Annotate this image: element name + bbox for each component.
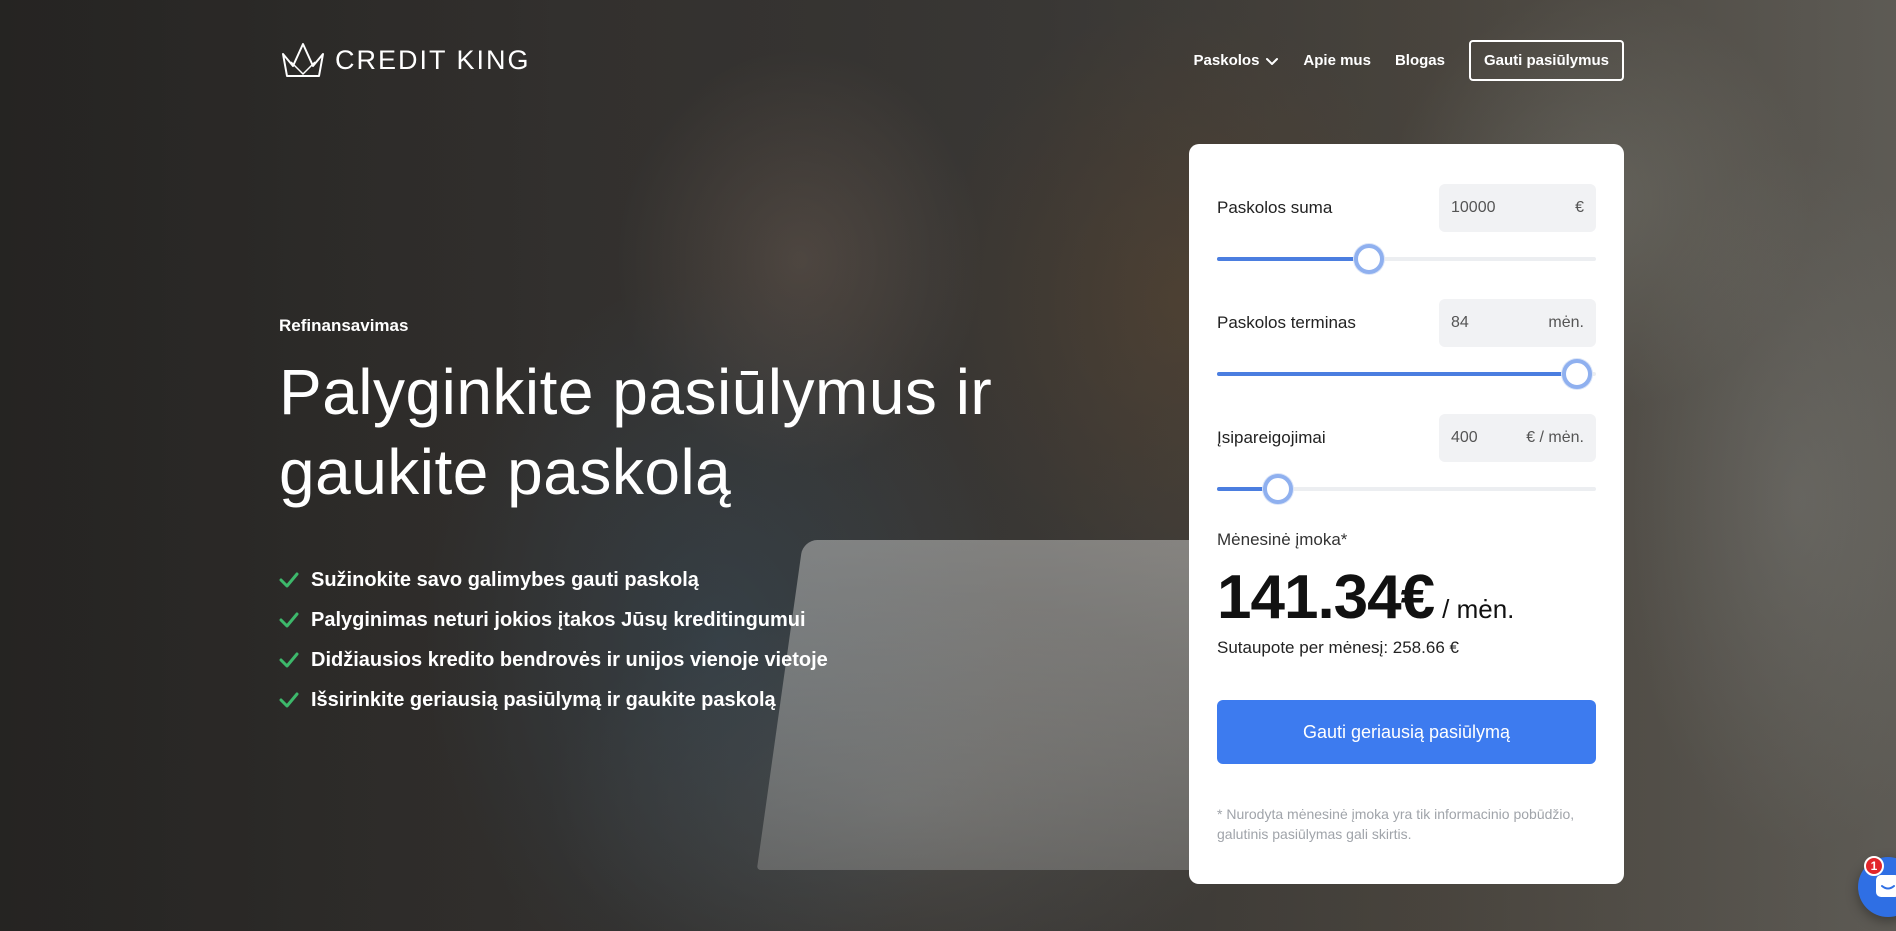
loan-term-label: Paskolos terminas — [1217, 313, 1356, 332]
monthly-savings: Sutaupote per mėnesį: 258.66 € — [1217, 638, 1459, 657]
slider-thumb[interactable] — [1262, 474, 1293, 504]
nav-item-blogas[interactable]: Blogas — [1395, 52, 1445, 69]
chevron-down-icon — [1266, 57, 1279, 65]
benefits-list: Sužinokite savo galimybes gauti paskolą … — [279, 560, 828, 720]
nav-item-label: Paskolos — [1193, 52, 1260, 69]
monthly-payment-label: Mėnesinė įmoka* — [1217, 530, 1348, 549]
loan-term-unit: mėn. — [1548, 314, 1584, 331]
get-offers-button[interactable]: Gauti pasiūlymus — [1468, 40, 1624, 81]
loan-term-field: Paskolos terminas 84 mėn. — [1217, 299, 1596, 389]
slider-thumb[interactable] — [1562, 359, 1593, 389]
disclaimer-text: * Nurodyta mėnesinė įmoka yra tik inform… — [1217, 806, 1575, 842]
list-item: Palyginimas neturi jokios įtakos Jūsų kr… — [279, 600, 828, 640]
loan-amount-value: 10000 — [1451, 199, 1496, 216]
obligations-input[interactable]: 400 € / mėn. — [1439, 414, 1596, 462]
loan-term-value: 84 — [1451, 314, 1469, 331]
obligations-label: Įsipareigojimai — [1217, 428, 1326, 447]
list-item: Išsirinkite geriausią pasiūlymą ir gauki… — [279, 680, 828, 720]
benefit-text: Išsirinkite geriausią pasiūlymą ir gauki… — [311, 688, 776, 711]
nav-item-paskolos[interactable]: Paskolos — [1194, 52, 1280, 69]
hero-eyebrow: Refinansavimas — [279, 316, 409, 335]
slider-fill — [1217, 257, 1369, 261]
headline-line-1: Palyginkite pasiūlymus ir — [279, 356, 993, 428]
loan-calculator-card: Paskolos suma 10000 € Paskolos terminas … — [1189, 144, 1624, 884]
benefit-text: Didžiausios kredito bendrovės ir unijos … — [311, 648, 828, 671]
loan-amount-label: Paskolos suma — [1217, 198, 1333, 217]
slider-fill — [1217, 372, 1578, 376]
check-icon — [279, 692, 299, 708]
loan-amount-slider[interactable] — [1217, 244, 1596, 274]
chat-icon — [1876, 875, 1896, 897]
check-icon — [279, 612, 299, 628]
slider-thumb[interactable] — [1353, 244, 1384, 274]
brand-logo[interactable]: CREDIT KING — [279, 40, 531, 80]
list-item: Didžiausios kredito bendrovės ir unijos … — [279, 640, 828, 680]
monthly-payment-amount: 141.34€ — [1217, 563, 1435, 632]
brand-name: CREDIT KING — [335, 44, 531, 75]
list-item: Sužinokite savo galimybes gauti paskolą — [279, 560, 828, 600]
loan-amount-field: Paskolos suma 10000 € — [1217, 184, 1596, 274]
obligations-unit: € / mėn. — [1526, 429, 1584, 446]
benefit-text: Sužinokite savo galimybes gauti paskolą — [311, 568, 699, 591]
loan-term-slider[interactable] — [1217, 359, 1596, 389]
headline-line-2: gaukite paskolą — [279, 436, 732, 508]
crown-icon — [282, 43, 324, 77]
monthly-payment-unit: / mėn. — [1442, 594, 1515, 624]
check-icon — [279, 572, 299, 588]
loan-term-input[interactable]: 84 mėn. — [1439, 299, 1596, 347]
nav-item-apie-mus[interactable]: Apie mus — [1303, 52, 1371, 69]
obligations-field: Įsipareigojimai 400 € / mėn. — [1217, 414, 1596, 504]
benefit-text: Palyginimas neturi jokios įtakos Jūsų kr… — [311, 608, 806, 631]
get-best-offer-button[interactable]: Gauti geriausią pasiūlymą — [1217, 700, 1596, 764]
check-icon — [279, 652, 299, 668]
obligations-value: 400 — [1451, 429, 1478, 446]
main-nav: Paskolos Apie mus Blogas Gauti pasiūlymu… — [1194, 40, 1624, 81]
loan-amount-input[interactable]: 10000 € — [1439, 184, 1596, 232]
chat-notification-badge: 1 — [1864, 856, 1884, 876]
hero-headline: Palyginkite pasiūlymus ir gaukite paskol… — [279, 352, 1079, 512]
monthly-payment: 141.34€ / mėn. — [1217, 562, 1514, 633]
loan-amount-unit: € — [1575, 199, 1584, 216]
obligations-slider[interactable] — [1217, 474, 1596, 504]
